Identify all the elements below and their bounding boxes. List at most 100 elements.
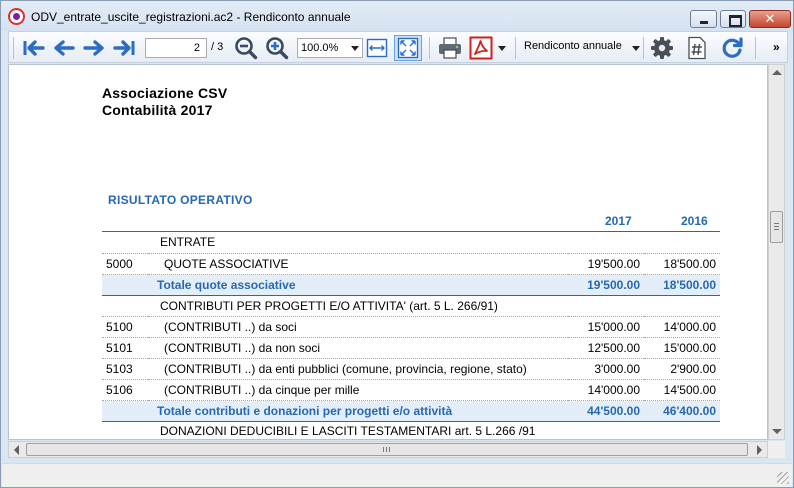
settings-gear-icon: [651, 37, 673, 59]
zoom-in-icon: [266, 37, 289, 60]
account-code: [102, 295, 148, 317]
horizontal-scrollbar[interactable]: [8, 441, 768, 458]
first-page-icon: [23, 40, 45, 56]
toolbar-separator: [515, 37, 516, 59]
pdf-options-dropdown[interactable]: [496, 35, 508, 61]
value-2016: 15'000.00: [644, 337, 720, 359]
fit-width-icon: [366, 38, 388, 58]
fit-page-button[interactable]: [394, 35, 422, 61]
refresh-button[interactable]: [719, 35, 745, 61]
zoom-out-button[interactable]: [234, 35, 258, 61]
table-row: ENTRATE: [102, 232, 720, 254]
table-row: 5103 (CONTRIBUTI ..) da enti pubblici (c…: [102, 358, 720, 380]
app-window: ODV_entrate_uscite_registrazioni.ac2 - R…: [0, 0, 794, 488]
value-2017: 12'500.00: [568, 337, 644, 359]
account-description: DONAZIONI DEDUCIBILI E LASCITI TESTAMENT…: [148, 421, 644, 439]
scroll-down-icon[interactable]: [772, 429, 782, 434]
value-2016: 14'000.00: [644, 316, 720, 338]
window-title: ODV_entrate_uscite_registrazioni.ac2 - R…: [31, 10, 351, 24]
account-description: CONTRIBUTI PER PROGETTI E/O ATTIVITA' (a…: [148, 295, 720, 317]
account-description: (CONTRIBUTI ..) da non soci: [148, 337, 568, 359]
account-code: [102, 232, 148, 254]
value-2016: 14'500.00: [644, 379, 720, 401]
pdf-export-button[interactable]: [468, 35, 494, 61]
report-subtitle: Contabilità 2017: [102, 102, 213, 118]
value-2016: [644, 421, 720, 439]
total-value-2017: 19'500.00: [568, 274, 644, 296]
zoom-out-icon: [235, 37, 258, 60]
value-2017: 19'500.00: [568, 253, 644, 275]
pdf-icon: [469, 36, 493, 60]
scroll-up-icon[interactable]: [772, 70, 782, 75]
chevron-down-icon: [351, 46, 359, 51]
app-logo-icon: [8, 8, 25, 25]
settings-button[interactable]: [649, 35, 675, 61]
number-format-button[interactable]: [686, 35, 708, 61]
account-code: [102, 400, 148, 422]
minimize-button[interactable]: [690, 10, 717, 28]
vertical-scroll-thumb[interactable]: [770, 211, 783, 243]
fit-width-button[interactable]: [366, 35, 388, 61]
close-icon: ✕: [764, 11, 776, 26]
value-2017: 14'000.00: [568, 379, 644, 401]
account-code: 5101: [102, 337, 148, 359]
next-page-icon: [83, 40, 104, 56]
previous-page-button[interactable]: [51, 35, 77, 61]
account-description: ENTRATE: [148, 232, 568, 254]
table-row: DONAZIONI DEDUCIBILI E LASCITI TESTAMENT…: [102, 421, 720, 439]
next-page-button[interactable]: [81, 35, 107, 61]
toolbar: 2 / 3 100.0% Rendiconto annuale »: [8, 31, 788, 63]
page-number-input[interactable]: 2: [145, 38, 207, 58]
account-code: 5100: [102, 316, 148, 338]
title-bar[interactable]: ODV_entrate_uscite_registrazioni.ac2 - R…: [1, 1, 793, 31]
chevron-down-icon[interactable]: [632, 46, 640, 51]
value-2017: 15'000.00: [568, 316, 644, 338]
status-bar: [2, 463, 792, 487]
maximize-button[interactable]: [720, 10, 746, 28]
print-button[interactable]: [436, 35, 464, 61]
account-code: 5000: [102, 253, 148, 275]
table-row: 5000 QUOTE ASSOCIATIVE 19'500.00 18'500.…: [102, 253, 720, 275]
scroll-right-icon[interactable]: [757, 445, 762, 455]
account-description: (CONTRIBUTI ..) da soci: [148, 316, 568, 338]
print-icon: [439, 37, 461, 59]
value-2016: [644, 232, 720, 254]
zoom-value: 100.0%: [301, 42, 339, 54]
account-code: [102, 274, 148, 296]
total-row: Totale quote associative 19'500.00 18'50…: [102, 274, 720, 296]
vertical-scrollbar[interactable]: [768, 64, 785, 440]
toolbar-grip: [13, 37, 14, 59]
toolbar-overflow-button[interactable]: »: [773, 40, 780, 54]
scroll-left-icon[interactable]: [14, 445, 19, 455]
total-value-2016: 46'400.00: [644, 400, 720, 422]
toolbar-separator: [755, 37, 756, 59]
account-description: QUOTE ASSOCIATIVE: [148, 253, 568, 275]
zoom-select[interactable]: 100.0%: [297, 38, 363, 58]
first-page-button[interactable]: [21, 35, 47, 61]
total-description: Totale quote associative: [148, 274, 568, 296]
last-page-button[interactable]: [111, 35, 137, 61]
scrollbar-corner: [768, 441, 785, 458]
section-title: RISULTATO OPERATIVO: [108, 193, 253, 207]
page-total-label: / 3: [211, 41, 224, 53]
account-code: 5103: [102, 358, 148, 380]
zoom-in-button[interactable]: [265, 35, 289, 61]
report-selector[interactable]: Rendiconto annuale: [524, 40, 622, 52]
total-description: Totale contributi e donazioni per proget…: [148, 400, 568, 422]
column-header-2017: 2017: [605, 214, 632, 228]
account-code: [102, 421, 148, 439]
total-value-2016: 18'500.00: [644, 274, 720, 296]
table-row: 5106 (CONTRIBUTI ..) da cinque per mille…: [102, 379, 720, 401]
close-button[interactable]: ✕: [749, 10, 791, 28]
horizontal-scroll-thumb[interactable]: [26, 443, 748, 456]
report-table: ENTRATE 5000 QUOTE ASSOCIATIVE 19'500.00…: [102, 232, 720, 439]
value-2016: 2'900.00: [644, 358, 720, 380]
value-2017: [568, 232, 644, 254]
total-row: Totale contributi e donazioni per proget…: [102, 400, 720, 422]
resize-grip-icon[interactable]: [777, 472, 789, 484]
total-value-2017: 44'500.00: [568, 400, 644, 422]
refresh-icon: [722, 37, 743, 58]
chevron-down-icon: [498, 45, 506, 51]
toolbar-separator: [643, 37, 644, 59]
value-2017: 3'000.00: [568, 358, 644, 380]
